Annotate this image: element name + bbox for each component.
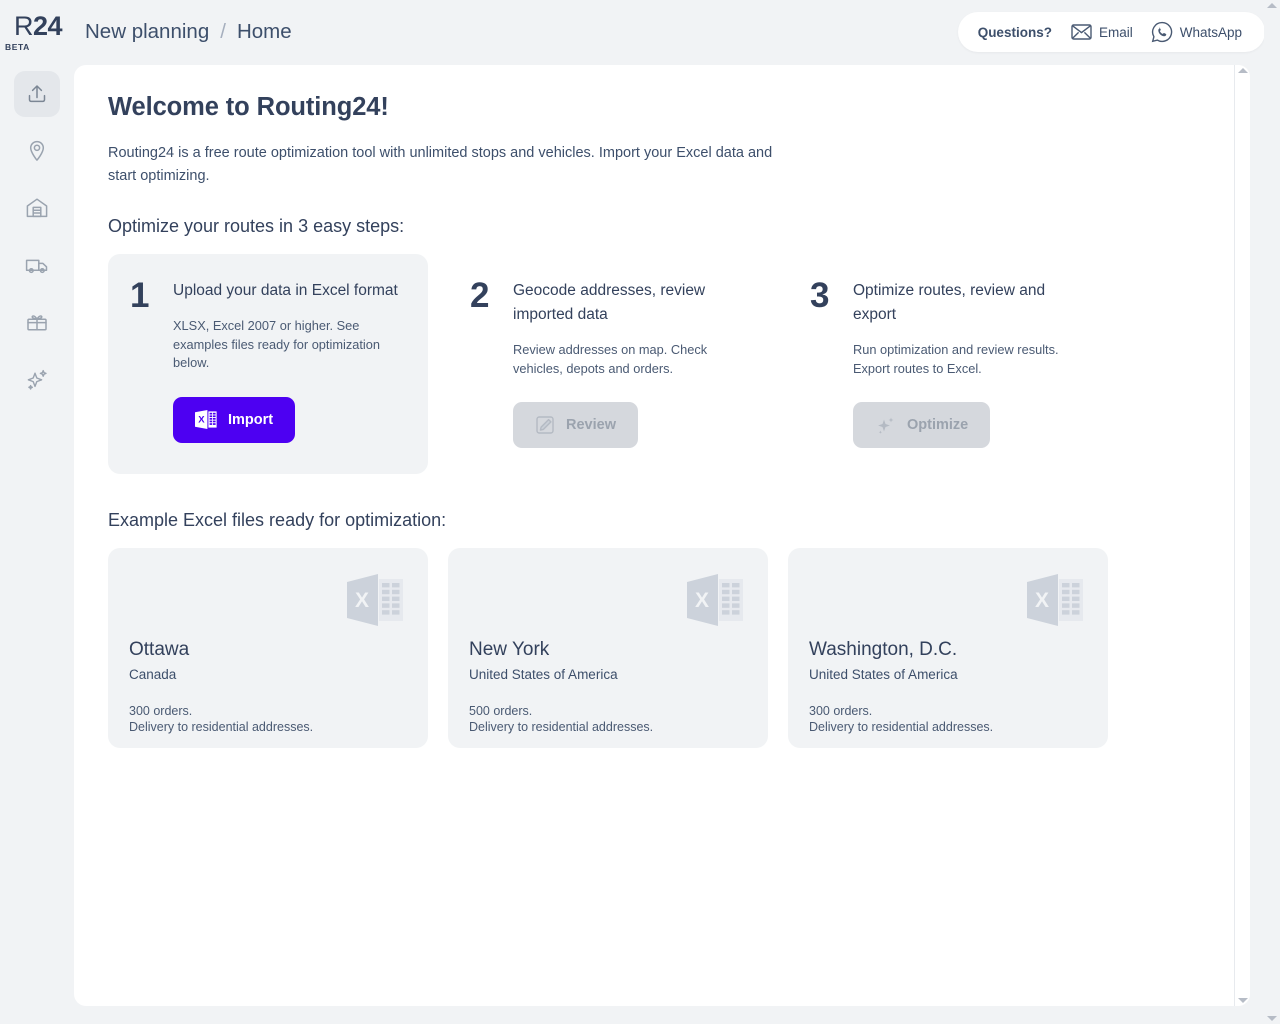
- example-meta: 300 orders. Delivery to residential addr…: [129, 703, 313, 735]
- sidebar-item-orders[interactable]: [14, 299, 60, 345]
- whatsapp-contact-button[interactable]: WhatsApp: [1146, 21, 1247, 43]
- example-card-ottawa[interactable]: X Ottawa Canada 300 orders. Delivery to …: [108, 548, 428, 748]
- step-number: 1: [130, 276, 150, 315]
- sidebar-item-optimize[interactable]: [14, 356, 60, 402]
- review-button-label: Review: [566, 417, 616, 433]
- review-button[interactable]: Review: [513, 402, 638, 448]
- scroll-down-arrow-icon[interactable]: [1237, 998, 1248, 1003]
- example-city: Ottawa: [129, 639, 190, 660]
- example-city: Washington, D.C.: [809, 639, 958, 660]
- example-orders: 300 orders.: [809, 704, 873, 718]
- scroll-up-arrow-icon[interactable]: [1237, 68, 1248, 73]
- example-city: New York: [469, 639, 550, 660]
- breadcrumb-item-planning[interactable]: New planning: [85, 20, 209, 44]
- breadcrumb-separator: /: [220, 20, 226, 43]
- breadcrumb-item-home[interactable]: Home: [237, 20, 292, 44]
- sidebar-item-upload[interactable]: [14, 71, 60, 117]
- svg-text:X: X: [695, 589, 709, 612]
- sidebar-item-vehicles[interactable]: [14, 242, 60, 288]
- step-heading: Geocode addresses, review imported data: [513, 282, 706, 323]
- import-button-label: Import: [228, 411, 274, 428]
- example-detail: Delivery to residential addresses.: [809, 720, 994, 734]
- step-heading: Upload your data in Excel format: [173, 282, 398, 299]
- step-card-3: 3 Optimize routes, review and export Run…: [788, 254, 1108, 474]
- warehouse-icon: [24, 195, 50, 221]
- example-detail: Delivery to residential addresses.: [129, 720, 314, 734]
- example-detail: Delivery to residential addresses.: [469, 720, 654, 734]
- logo-beta-tag: BETA: [5, 41, 30, 52]
- excel-file-icon: X: [347, 574, 404, 631]
- excel-file-icon: X: [687, 574, 744, 631]
- sparkles-icon: [24, 366, 50, 392]
- import-button[interactable]: X Import: [173, 396, 296, 443]
- top-bar: R24 BETA New planning / Home Questions? …: [0, 0, 1280, 64]
- examples-list: X Ottawa Canada 300 orders. Delivery to …: [108, 548, 1200, 748]
- step-card-2: 2 Geocode addresses, review imported dat…: [448, 254, 768, 474]
- envelope-icon: [1071, 24, 1092, 40]
- example-orders: 500 orders.: [469, 704, 533, 718]
- email-contact-button[interactable]: Email: [1066, 24, 1138, 40]
- step-card-1: 1 Upload your data in Excel format XLSX,…: [108, 254, 428, 474]
- content-scroll-area: Welcome to Routing24! Routing24 is a fre…: [74, 65, 1234, 1006]
- sparkles-icon: [875, 415, 896, 436]
- page-scrollbar[interactable]: [1264, 0, 1280, 1024]
- logo-letter-r: R: [13, 10, 34, 41]
- sidebar-item-depots[interactable]: [14, 185, 60, 231]
- sidebar: [0, 64, 74, 1024]
- email-label: Email: [1098, 24, 1133, 40]
- example-country: United States of America: [809, 667, 958, 682]
- help-pill: Questions? Email WhatsApp: [957, 12, 1265, 52]
- example-meta: 300 orders. Delivery to residential addr…: [809, 703, 993, 735]
- whatsapp-label: WhatsApp: [1179, 24, 1242, 40]
- logo-text: R24: [13, 10, 63, 41]
- page-title: Welcome to Routing24!: [108, 93, 389, 121]
- logo-number-24: 24: [32, 10, 63, 41]
- svg-text:X: X: [198, 415, 205, 426]
- excel-file-icon: X: [1027, 574, 1084, 631]
- example-country: United States of America: [469, 667, 618, 682]
- steps-section-title: Optimize your routes in 3 easy steps:: [108, 216, 405, 236]
- page-scroll-up-arrow-icon[interactable]: [1267, 3, 1277, 8]
- optimize-button[interactable]: Optimize: [853, 402, 991, 448]
- optimize-button-label: Optimize: [907, 417, 969, 433]
- example-card-new-york[interactable]: X New York United States of America 500 …: [448, 548, 768, 748]
- app-logo[interactable]: R24 BETA: [0, 10, 74, 52]
- truck-icon: [24, 252, 50, 278]
- pencil-square-icon: [535, 415, 555, 435]
- examples-section-title: Example Excel files ready for optimizati…: [108, 510, 447, 530]
- page-scroll-down-arrow-icon[interactable]: [1267, 1016, 1277, 1021]
- step-description: Run optimization and review results. Exp…: [853, 342, 1059, 376]
- sidebar-item-locations[interactable]: [14, 128, 60, 174]
- content-panel: Welcome to Routing24! Routing24 is a fre…: [74, 65, 1250, 1006]
- intro-paragraph: Routing24 is a free route optimization t…: [108, 145, 773, 184]
- breadcrumb: New planning / Home: [85, 20, 292, 44]
- example-meta: 500 orders. Delivery to residential addr…: [469, 703, 653, 735]
- step-number: 2: [470, 276, 490, 315]
- example-country: Canada: [129, 667, 177, 682]
- steps-list: 1 Upload your data in Excel format XLSX,…: [108, 254, 1200, 474]
- map-pin-icon: [24, 138, 50, 164]
- example-orders: 300 orders.: [129, 704, 193, 718]
- questions-label: Questions?: [977, 24, 1052, 40]
- step-description: Review addresses on map. Check vehicles,…: [513, 342, 708, 376]
- whatsapp-icon: [1151, 21, 1173, 43]
- step-description: XLSX, Excel 2007 or higher. See examples…: [173, 318, 380, 370]
- panel-scrollbar[interactable]: [1234, 65, 1250, 1006]
- package-icon: [24, 309, 50, 335]
- example-card-washington-dc[interactable]: X Washington, D.C. United States of Amer…: [788, 548, 1108, 748]
- upload-icon: [24, 81, 50, 107]
- excel-icon: X: [195, 409, 217, 430]
- svg-text:X: X: [355, 589, 369, 612]
- step-number: 3: [810, 276, 830, 315]
- svg-text:X: X: [1035, 589, 1049, 612]
- step-heading: Optimize routes, review and export: [853, 282, 1046, 323]
